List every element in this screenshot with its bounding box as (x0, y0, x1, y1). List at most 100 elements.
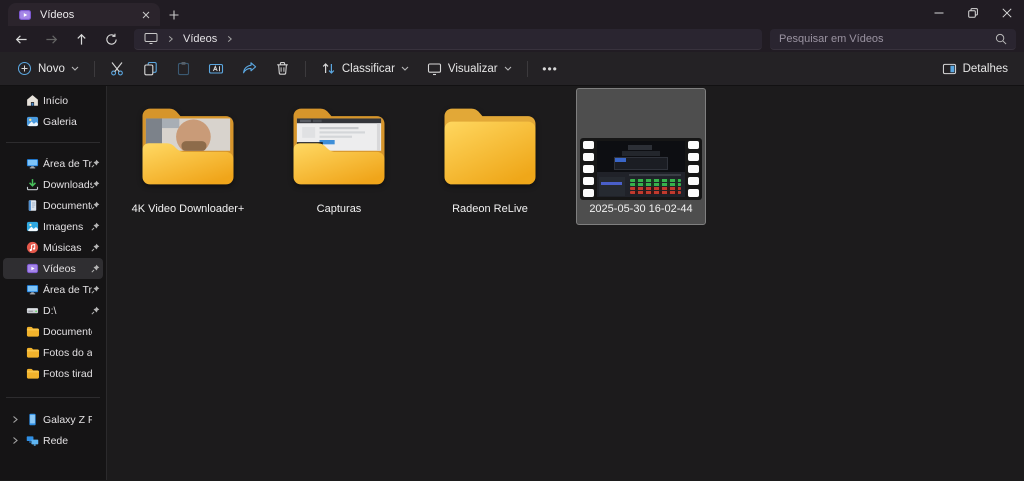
explorer-tab[interactable]: Vídeos (8, 3, 160, 26)
more-options-button[interactable]: ••• (534, 55, 567, 83)
folder-tile-radeon-relive[interactable]: Radeon ReLive (425, 88, 555, 225)
pin-icon (91, 306, 100, 315)
sidebar-item-area-de-trabalho[interactable]: Área de Trabalho (3, 153, 103, 174)
pin-icon (91, 180, 100, 189)
folder-icon (26, 346, 39, 359)
this-pc-icon[interactable] (144, 32, 158, 45)
sidebar-item-documentos[interactable]: Documentos (3, 195, 103, 216)
details-button[interactable]: Detalhes (934, 55, 1016, 83)
pin-icon (91, 264, 100, 273)
tab-close-icon[interactable] (138, 7, 154, 23)
sidebar-item-label: Músicas (43, 241, 82, 254)
window-controls (922, 0, 1024, 26)
navigation-bar: Vídeos (0, 26, 1024, 52)
toolbar-separator (304, 60, 306, 77)
sidebar-item-fotos-do-aparelho[interactable]: Fotos do aparelho (3, 342, 103, 363)
sort-button[interactable]: Classificar (312, 55, 418, 83)
sidebar-item-imagens[interactable]: Imagens (3, 216, 103, 237)
search-icon[interactable] (995, 33, 1007, 45)
sidebar-item-label: Fotos do aparelho (43, 346, 92, 359)
sidebar-item-label: Área de Trabalho (43, 157, 92, 170)
back-icon[interactable] (6, 27, 36, 51)
new-button-label: Novo (38, 62, 65, 75)
sidebar-item-drive-d[interactable]: D:\ (3, 300, 103, 321)
pictures-icon (26, 220, 39, 233)
up-icon[interactable] (66, 27, 96, 51)
sidebar-item-label: Fotos tiradas pelo a (43, 367, 92, 380)
video-file-tile[interactable]: 2025-05-30 16-02-44 (576, 88, 706, 225)
filmstrip-sprockets-left (583, 141, 594, 197)
empty-folder-icon (426, 89, 554, 203)
breadcrumb[interactable]: Vídeos (183, 33, 217, 45)
details-pane-icon (942, 62, 957, 76)
toolbar-separator (93, 60, 95, 77)
cut-button[interactable] (101, 55, 134, 83)
sidebar-item-downloads[interactable]: Downloads (3, 174, 103, 195)
sidebar-item-area-de-trabalho-2[interactable]: Área de Trabalho (3, 279, 103, 300)
sidebar-item-inicio[interactable]: Início (3, 90, 103, 111)
file-grid: 4K Video Downloader+ Capturas Radeon ReL… (107, 86, 1024, 480)
minimize-button[interactable] (922, 0, 956, 26)
pin-icon (91, 285, 100, 294)
delete-button[interactable] (266, 55, 299, 83)
copy-button[interactable] (134, 55, 167, 83)
video-filmstrip-thumbnail (577, 89, 705, 203)
sidebar-item-label: Galeria (43, 115, 77, 128)
sort-button-label: Classificar (341, 62, 395, 75)
sidebar-item-documentos-folder[interactable]: Documentos (3, 321, 103, 342)
sidebar-item-label: Documentos (43, 199, 92, 212)
pin-icon (91, 243, 100, 252)
sidebar-item-fotos-tiradas[interactable]: Fotos tiradas pelo a (3, 363, 103, 384)
gallery-icon (26, 115, 39, 128)
new-plus-icon (17, 61, 32, 76)
share-button[interactable] (233, 55, 266, 83)
sidebar-item-videos[interactable]: Vídeos (3, 258, 103, 279)
view-button[interactable]: Visualizar (418, 55, 521, 83)
file-name: 4K Video Downloader+ (131, 203, 245, 215)
navigation-pane: Início Galeria Área de Trabalho (0, 86, 107, 480)
folder-icon-with-face-thumbnail (124, 89, 252, 203)
new-tab-button[interactable] (160, 3, 188, 26)
videos-tab-icon (18, 8, 32, 22)
sidebar-separator (6, 142, 100, 143)
close-button[interactable] (990, 0, 1024, 26)
details-button-label: Detalhes (962, 62, 1008, 75)
sidebar-item-label: Documentos (43, 325, 92, 338)
sort-icon (321, 61, 336, 76)
expand-chevron-icon[interactable] (11, 415, 19, 424)
sidebar-item-galaxy-z-fold6[interactable]: Galaxy Z Fold6 (3, 409, 103, 430)
address-bar[interactable]: Vídeos (134, 28, 762, 50)
expand-chevron-icon[interactable] (11, 436, 19, 445)
folder-tile-capturas[interactable]: Capturas (274, 88, 404, 225)
folder-icon-with-screenshot-thumbnail (275, 89, 403, 203)
file-name: Capturas (316, 203, 362, 215)
search-input[interactable] (779, 32, 995, 45)
restore-button[interactable] (956, 0, 990, 26)
sidebar-item-label: Área de Trabalho (43, 283, 92, 296)
folder-icon (26, 325, 39, 338)
pin-icon (91, 201, 100, 210)
breadcrumb-chevron-icon (226, 35, 233, 43)
folder-tile-4k-video-downloader[interactable]: 4K Video Downloader+ (123, 88, 253, 225)
paste-button[interactable] (167, 55, 200, 83)
rename-button[interactable] (200, 55, 233, 83)
file-name: Radeon ReLive (452, 203, 528, 215)
music-icon (26, 241, 39, 254)
forward-icon[interactable] (36, 27, 66, 51)
sidebar-item-musicas[interactable]: Músicas (3, 237, 103, 258)
sidebar-item-label: Vídeos (43, 262, 76, 275)
desktop-icon (26, 283, 39, 296)
filmstrip-sprockets-right (688, 141, 699, 197)
pin-icon (91, 222, 100, 231)
videos-icon (26, 262, 39, 275)
new-button[interactable]: Novo (8, 55, 88, 83)
search-box[interactable] (770, 28, 1016, 50)
sidebar-item-label: Imagens (43, 220, 84, 233)
network-icon (26, 434, 39, 447)
sidebar-item-rede[interactable]: Rede (3, 430, 103, 451)
sidebar-item-label: Galaxy Z Fold6 (43, 413, 92, 426)
refresh-icon[interactable] (96, 27, 126, 51)
toolbar-separator (526, 60, 528, 77)
sidebar-item-galeria[interactable]: Galeria (3, 111, 103, 132)
drive-icon (26, 304, 39, 317)
